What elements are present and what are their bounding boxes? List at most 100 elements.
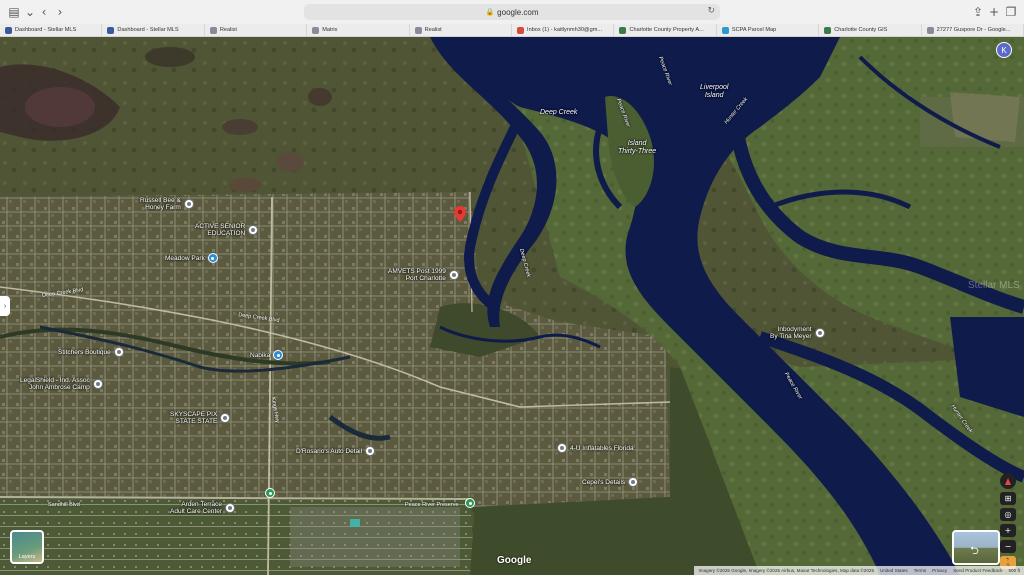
place-marker-icon xyxy=(557,443,567,453)
tab-favicon-icon xyxy=(619,26,627,34)
grid-icon[interactable]: ⊞ xyxy=(1000,492,1016,505)
tab-bar: Dashboard - Stellar MLS Dashboard - Stell… xyxy=(0,24,1024,37)
tab-label: Charlotte County GIS xyxy=(834,27,888,33)
tab-label: Dashboard - Stellar MLS xyxy=(15,27,77,33)
tab-overview-icon[interactable]: ❐ xyxy=(1003,4,1019,20)
tab-favicon-icon xyxy=(107,26,115,34)
browser-tab[interactable]: 27277 Guspore Dr - Google... xyxy=(922,24,1024,36)
tab-favicon-icon xyxy=(5,26,12,34)
country-link[interactable]: United States xyxy=(880,568,908,573)
place-meadow-park[interactable]: Meadow Park xyxy=(165,253,218,263)
browser-toolbar: ▤ ⌄ ‹ › 🔒 google.com ↻ ⇪ + ❐ xyxy=(0,0,1024,24)
street-view-thumbnail[interactable]: ⮌ xyxy=(952,530,1000,565)
browser-tab[interactable]: Dashboard - Stellar MLS xyxy=(102,24,205,36)
layers-label: Layers xyxy=(18,554,36,560)
trail-marker-icon[interactable] xyxy=(265,488,275,498)
map-controls: ⊞ ◎ + − 🚶 xyxy=(1000,473,1016,569)
tab-favicon-icon xyxy=(824,26,832,34)
zoom-in-button[interactable]: + xyxy=(1000,524,1016,537)
satellite-map[interactable]: Deep Creek Island Thirty-Three Liverpool… xyxy=(0,37,1024,575)
sandhill-blvd-label: Sandhill Blvd xyxy=(48,502,80,508)
chevron-right-icon: › xyxy=(3,302,7,310)
my-location-icon[interactable]: ◎ xyxy=(1000,508,1016,521)
browser-tab[interactable]: Realist xyxy=(205,24,308,36)
deep-creek-label: Deep Creek xyxy=(540,109,578,116)
preserve-marker-icon[interactable] xyxy=(465,498,475,508)
compass-icon[interactable] xyxy=(1000,473,1016,489)
place-marker-icon xyxy=(220,413,231,423)
reload-icon[interactable]: ↻ xyxy=(707,6,715,16)
back-icon[interactable]: ‹ xyxy=(36,4,52,20)
place-marker-icon xyxy=(814,328,825,338)
tab-label: Charlotte County Property A... xyxy=(629,27,704,33)
tab-favicon-icon xyxy=(414,26,422,34)
place-marker-icon xyxy=(183,199,194,209)
place-inflatables[interactable]: 4-U Inflatables Florida xyxy=(557,443,634,453)
store-marker-icon xyxy=(273,350,284,360)
place-amvets[interactable]: AMVETS Post 1999 Port Charlotte xyxy=(388,268,459,282)
tab-label: 27277 Guspore Dr - Google... xyxy=(936,27,1011,33)
tab-favicon-icon xyxy=(312,26,320,34)
url-text: google.com xyxy=(497,7,539,17)
imagery-credit: Imagery ©2025 Google, Imagery ©2025 Airb… xyxy=(698,568,875,573)
layers-button[interactable]: Layers xyxy=(10,530,44,564)
tab-label: SCPA Parcel Map xyxy=(731,27,777,33)
account-avatar[interactable]: K xyxy=(996,42,1012,58)
place-inbodyment[interactable]: Inbodyment By Tina Meyer xyxy=(770,326,825,340)
tab-label: Matrix xyxy=(322,27,338,33)
place-arden[interactable]: Arden Terrace Adult Care Center xyxy=(170,501,236,515)
address-bar[interactable]: 🔒 google.com ↻ xyxy=(304,4,720,20)
lock-icon: 🔒 xyxy=(485,9,495,16)
place-marker-icon xyxy=(248,225,259,235)
place-dorsanos[interactable]: D'Rosario's Auto Detail xyxy=(296,446,376,456)
browser-tab[interactable]: Inbox (1) - kaitlynmh30@gm... xyxy=(512,24,615,36)
browser-tab[interactable]: Realist xyxy=(410,24,513,36)
place-marker-icon xyxy=(365,446,376,456)
satellite-imagery xyxy=(0,37,1024,575)
tab-favicon-icon xyxy=(517,26,525,34)
tab-label: Realist xyxy=(424,27,442,33)
park-marker-icon xyxy=(207,253,218,263)
scale-bar[interactable]: 500 ft xyxy=(1009,568,1021,573)
forward-icon[interactable]: › xyxy=(52,4,68,20)
place-marker-icon xyxy=(448,270,459,280)
browser-tab[interactable]: Matrix xyxy=(307,24,410,36)
share-icon[interactable]: ⇪ xyxy=(970,4,986,20)
peace-river-preserve-label: Peace River Preserve xyxy=(405,502,459,508)
tab-label: Inbox (1) - kaitlynmh30@gm... xyxy=(527,27,603,33)
watermark: Stellar MLS xyxy=(968,280,1020,291)
browser-tab[interactable]: Charlotte County Property A... xyxy=(614,24,717,36)
expand-panel-button[interactable]: › xyxy=(0,296,10,316)
place-stitchers[interactable]: Stitchers Boutique xyxy=(58,347,124,357)
privacy-link[interactable]: Privacy xyxy=(932,568,947,573)
liverpool-island-label: Liverpool Island xyxy=(700,84,729,99)
tab-label: Realist xyxy=(219,27,237,33)
browser-tab[interactable]: Dashboard - Stellar MLS xyxy=(0,24,103,36)
terms-link[interactable]: Terms xyxy=(914,568,927,573)
place-marker-icon xyxy=(113,347,124,357)
street-view-arrow-icon: ⮌ xyxy=(970,544,979,557)
browser-tab[interactable]: Charlotte County GIS xyxy=(819,24,922,36)
place-marker-icon xyxy=(225,503,236,513)
place-marker-icon xyxy=(628,477,639,487)
google-logo: Google xyxy=(497,555,532,566)
place-legalshield[interactable]: LegalShield - Ind. Assoc John Ambrose Ca… xyxy=(20,377,103,391)
place-marker-icon xyxy=(92,379,103,389)
feedback-link[interactable]: Send Product Feedback xyxy=(953,568,1002,573)
zoom-out-button[interactable]: − xyxy=(1000,540,1016,553)
place-active-senior[interactable]: ACTIVE SENIOR EDUCATION xyxy=(195,223,259,237)
island-thirty-three-label: Island Thirty-Three xyxy=(618,140,657,155)
place-nabika[interactable]: Nabika xyxy=(250,350,284,360)
tab-label: Dashboard - Stellar MLS xyxy=(117,27,179,33)
selected-location-pin-icon[interactable] xyxy=(454,206,466,222)
tab-favicon-icon xyxy=(209,26,217,34)
browser-tab[interactable]: SCPA Parcel Map xyxy=(717,24,820,36)
sidebar-toggle-icon[interactable]: ▤ xyxy=(6,4,22,20)
new-tab-icon[interactable]: + xyxy=(986,4,1002,20)
place-russell-bee[interactable]: Russell Bee & Honey Farm xyxy=(140,197,194,211)
place-skyscape[interactable]: SKYSCAPE PIX STATE STATE xyxy=(170,411,231,425)
attribution-bar: Imagery ©2025 Google, Imagery ©2025 Airb… xyxy=(694,566,1024,575)
tab-favicon-icon xyxy=(926,26,934,34)
place-cepei[interactable]: Cepei's Details xyxy=(582,477,639,487)
tab-favicon-icon xyxy=(721,26,729,34)
